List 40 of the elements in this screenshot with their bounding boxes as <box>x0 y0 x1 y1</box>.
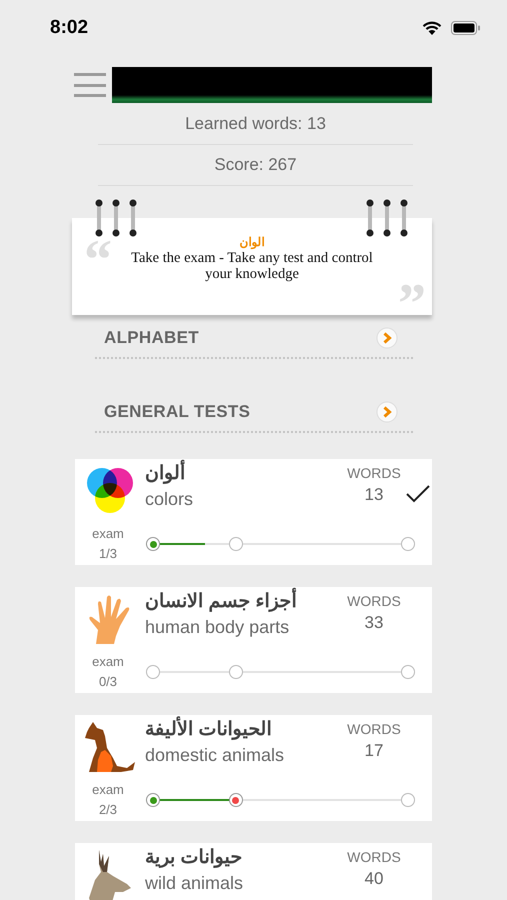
words-label: WORDS <box>347 848 401 866</box>
topic-english-title: domestic animals <box>145 744 286 767</box>
words-count: 13 <box>364 484 384 506</box>
topic-english-title: human body parts <box>145 616 290 639</box>
deer-head-icon <box>87 850 133 900</box>
words-label: WORDS <box>347 592 401 610</box>
section-link[interactable]: GENERAL TESTS <box>95 393 413 433</box>
dog-and-cat-icon <box>83 722 137 774</box>
section-link[interactable]: ALPHABET <box>95 319 413 359</box>
topic-arabic-title: الحيوانات الأليفة <box>145 717 342 743</box>
chevron-right-icon <box>376 401 398 423</box>
words-label: WORDS <box>347 720 401 738</box>
topic-english-title: colors <box>145 488 194 511</box>
words-count: 17 <box>364 740 384 762</box>
chevron-right-icon <box>376 327 398 349</box>
words-count: 40 <box>364 868 384 890</box>
topic-arabic-title: أجزاء جسم الانسان <box>145 589 342 615</box>
exam-count: 2/3 <box>98 801 118 819</box>
exam-count: 0/3 <box>98 673 118 691</box>
topic-arabic-title: ألوان <box>145 461 342 487</box>
spiral-binding-drawing <box>364 199 410 239</box>
exam-count: 1/3 <box>98 545 118 563</box>
exam-label: exam <box>92 653 124 671</box>
exam-label: exam <box>92 525 124 543</box>
wifi-icon <box>422 20 442 35</box>
words-count: 33 <box>364 612 384 634</box>
topic-english-title: wild animals <box>145 872 244 895</box>
status-time: 8:02 <box>50 16 90 38</box>
words-label: WORDS <box>347 464 401 482</box>
stat-text: Learned words: 13 <box>185 114 326 134</box>
exam-label: exam <box>92 781 124 799</box>
note-title: الوان <box>240 235 264 249</box>
color-circles-icon <box>85 466 135 516</box>
battery-icon <box>451 20 481 34</box>
menu-button[interactable] <box>74 73 106 97</box>
topic-arabic-title: حيوانات برية <box>145 846 244 870</box>
quote-mark: “ <box>84 240 112 280</box>
stat-text: Score: 267 <box>214 155 297 175</box>
note-text: Take the exam - Take any test and control your knowledge <box>130 250 374 282</box>
spiral-binding-drawing <box>93 199 139 239</box>
